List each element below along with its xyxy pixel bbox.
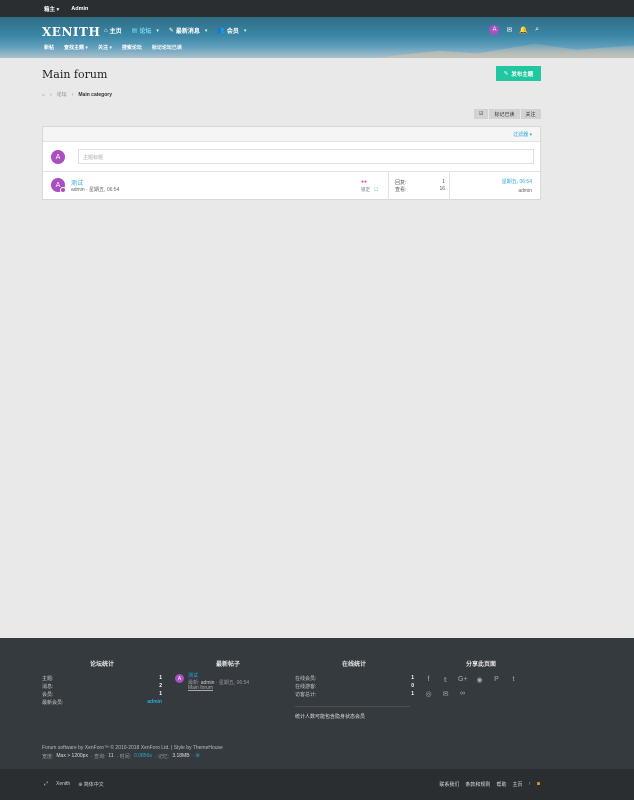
twitter-icon[interactable]: 𝕥 [441,676,450,684]
main-content: Main forum ✎ 发布主题 ⌂ › 论坛 › Main category… [0,58,634,638]
breadcrumb-forums[interactable]: 论坛 [57,91,67,98]
sub-nav: 新帖 查找主题 ▾ 关注 ▾ 搜索论坛 标记论坛已读 [44,44,182,51]
chevron-down-icon[interactable]: ▾ [156,28,159,34]
thread-title-input[interactable]: 主题标题 [78,149,534,164]
copyright: Forum software by XenForo™ © 2010-2018 X… [42,745,223,751]
newest-member-link[interactable]: admin [147,699,162,706]
user-menu[interactable]: 箱主 ▾ [44,5,59,13]
thread-stats: 回复: 1 查看: 16 [388,172,450,200]
forum-actions: ☑ 标记已读 关注 [474,109,542,119]
contact-link[interactable]: 联系我们 [439,781,459,788]
subnav-find-threads[interactable]: 查找主题 ▾ [64,44,88,51]
latest-post-link[interactable]: 测试 [188,672,198,679]
subnav-new-posts[interactable]: 新帖 [44,44,54,51]
top-bar: 箱主 ▾ Admin [0,0,634,17]
avatar[interactable]: A [489,25,500,35]
google-plus-icon[interactable]: G+ [458,676,468,684]
rss-icon[interactable]: ◙ [537,781,540,788]
whatsapp-icon[interactable]: ◎ [424,690,433,698]
home-link[interactable]: 主页 [512,781,522,788]
latest-post-forum-link[interactable]: Main forum [188,685,213,691]
link-icon[interactable]: ∞ [458,690,467,698]
envelope-icon[interactable]: ✉ [506,26,512,34]
table-row[interactable]: A 测试 admin · 星期五, 06:54 ●● 锁定 ☐ 回复: 1 查看… [43,172,540,200]
tumblr-icon[interactable]: t [509,676,518,684]
nav-members[interactable]: 👥 会员 ▾ [217,26,247,36]
admin-link[interactable]: Admin [71,6,88,12]
avatar: A [175,674,184,683]
style-chooser[interactable]: Xenith [56,781,70,788]
footer: 论坛统计 主题: 1 消息: 2 会员: 1 最新会员: admin 最新帖子 A 测试… [0,638,634,769]
nav-forums[interactable]: ▤ 论坛 ▾ [131,26,159,36]
facebook-icon[interactable]: f [424,676,433,684]
thread-lock-status: 锁定 ☐ [361,187,379,193]
nav-home[interactable]: ⌂ 主页 [104,26,122,36]
page-title: Main forum [42,68,108,81]
online-note: 统计人数可能包含隐身状态会员 [295,714,366,720]
watch-button[interactable]: 关注 [520,109,542,119]
users-icon: 👥 [217,28,225,34]
language-chooser[interactable]: ⊕ 简体中文 [78,781,104,788]
last-post-date[interactable]: 星期五, 06:54 [502,179,532,185]
last-post-user[interactable]: admin [502,188,532,194]
bottom-bar: ⤢ Xenith ⊕ 简体中文 联系我们 条款和规则 帮助 主页 ↑ ◙ [0,769,634,800]
latest-posts-title: 最新帖子 [216,662,241,668]
filter-bar: 过滤器 ▾ [43,127,540,142]
arrow-up-icon[interactable]: ↑ [528,781,531,788]
avatar: A [51,150,65,164]
breadcrumb: ⌂ › 论坛 › Main category [42,91,113,99]
user-badge-icon [60,187,66,193]
thread-meta: admin · 星期五, 06:54 [71,187,120,193]
home-icon[interactable]: ⌂ [42,92,45,98]
user-icons: A ✉ 🔔 ⌕ [489,25,539,35]
email-icon[interactable]: ✉ [441,690,450,698]
pencil-icon: ✎ [503,70,509,77]
bell-icon[interactable]: 🔔 [519,26,528,34]
filters-dropdown[interactable]: 过滤器 ▾ [513,131,532,138]
share-title: 分享此页面 [466,662,497,668]
thread-list: 过滤器 ▾ A 主题标题 A 测试 admin · 星期五, 06:54 ●● … [42,126,541,200]
comment-icon: ✎ [168,28,174,34]
reddit-icon[interactable]: ◉ [475,676,484,684]
debug-info: 宽度: Max > 1200px · 查询: 11 · 时间: 0.0856s … [42,753,201,760]
site-logo[interactable]: XENITH [42,25,100,39]
thread-status-icons: ●● [361,179,368,185]
expand-icon[interactable]: ⤢ [44,781,48,788]
header-mountain-graphic [374,43,634,58]
divider [295,706,410,707]
subnav-mark-read[interactable]: 标记论坛已读 [152,44,182,51]
search-icon[interactable]: ⌕ [535,26,539,34]
post-thread-button[interactable]: ✎ 发布主题 [496,66,541,81]
forum-stats-title: 论坛统计 [90,662,115,668]
chevron-down-icon[interactable]: ▾ [205,28,208,34]
online-stats-title: 在线统计 [342,662,367,668]
terms-link[interactable]: 条款和规则 [465,781,490,788]
subnav-search-forums[interactable]: 搜索论坛 [122,44,142,51]
home-icon: ⌂ [104,27,108,34]
quick-thread-row: A 主题标题 [43,142,540,172]
nav-whats-new[interactable]: ✎ 最新消息 ▾ [168,26,208,36]
main-nav: ⌂ 主页 ▤ 论坛 ▾ ✎ 最新消息 ▾ 👥 会员 ▾ [104,26,256,36]
breadcrumb-category[interactable]: Main category [78,92,112,98]
chevron-down-icon[interactable]: ▾ [244,28,247,34]
forum-icon: ▤ [131,28,138,34]
checkbox-icon[interactable]: ☑ [474,109,490,119]
last-post: 星期五, 06:54 admin [502,178,532,194]
help-link[interactable]: 帮助 [496,781,506,788]
header: XENITH ⌂ 主页 ▤ 论坛 ▾ ✎ 最新消息 ▾ 👥 会员 ▾ A ✉ 🔔 ⌕ 新帖 查… [0,17,634,58]
share-icons: f 𝕥 G+ ◉ P t ◎ ✉ ∞ [424,676,534,698]
avatar: A [51,178,66,193]
subnav-watched[interactable]: 关注 ▾ [98,44,112,51]
checkbox-icon[interactable]: ☐ [374,187,378,193]
gear-icon[interactable]: · ⚙ [193,753,201,760]
mark-read-button[interactable]: 标记已读 [489,109,521,119]
pinterest-icon[interactable]: P [492,676,501,684]
